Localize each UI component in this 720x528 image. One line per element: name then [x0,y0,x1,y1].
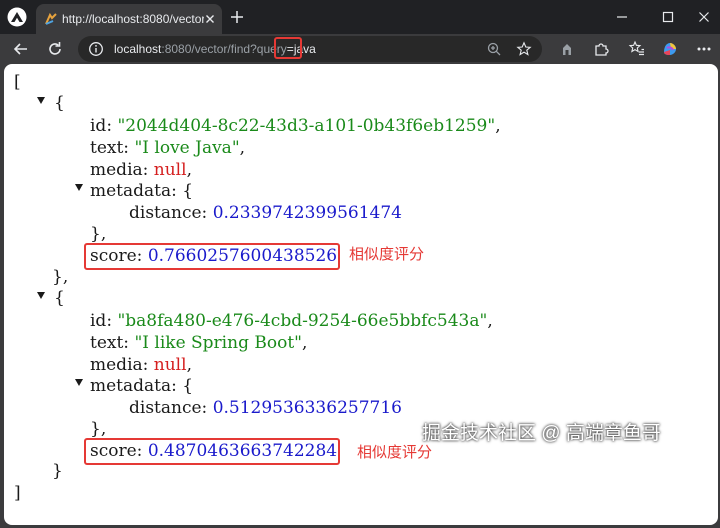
puzzle-icon[interactable] [591,39,611,59]
score-highlight-box-1 [84,243,340,270]
result-1-media-row: media: null, [90,160,192,180]
id-value: "2044d404-8c22-43d3-a101-0b43f6eb1259" [117,116,496,136]
favorites-icon[interactable] [627,39,647,59]
metadata-key: metadata: [90,181,177,201]
json-viewer: [ { id: "2044d404-8c22-43d3-a101-0b43f6e… [4,64,718,525]
result-1-open-brace: { [54,93,65,113]
id-value: "ba8fa480-e476-4cbd-9254-66e5bbfc543a" [117,311,488,331]
result-1-text-row: text: "I love Java", [90,138,246,158]
result-1-id-row: id: "2044d404-8c22-43d3-a101-0b43f6eb125… [90,116,501,136]
media-key: media: [90,355,149,375]
plus-icon[interactable] [229,9,245,25]
zoom-icon[interactable] [486,41,502,57]
copilot-icon[interactable] [660,39,680,59]
result-2-text-row: text: "I like Spring Boot", [90,333,308,353]
metadata-open-brace: { [182,376,194,396]
result-1-metadata-close: }, [90,224,107,244]
text-value: "I like Spring Boot" [134,333,302,353]
distance-key: distance: [129,203,208,223]
id-key: id: [90,311,113,331]
info-icon[interactable] [88,41,104,57]
text-key: text: [90,333,130,353]
tab-title: http://localhost:8080/vector/find? [62,12,204,26]
close-icon[interactable] [202,11,218,27]
star-icon[interactable] [516,41,532,57]
reload-icon[interactable] [45,39,65,59]
maximize-icon[interactable] [660,9,676,25]
collapse-toggle-result-1[interactable] [37,97,45,104]
url-path: :8080/vector/find?query [161,42,287,56]
collapse-toggle-metadata-2[interactable] [75,379,83,386]
close-bracket: ] [14,483,21,503]
metadata-key: metadata: [90,376,177,396]
active-tab[interactable]: http://localhost:8080/vector/find? [36,4,222,34]
text-key: text: [90,138,130,158]
distance-key: distance: [129,398,208,418]
text-value: "I love Java" [134,138,240,158]
result-2-metadata-close: }, [90,419,107,439]
extension-icon[interactable] [557,39,577,59]
tab-strip: http://localhost:8080/vector/find? [0,0,720,34]
result-1-metadata-row: metadata: { [90,181,193,201]
toolbar: localhost:8080/vector/find?query=java [0,34,720,64]
result-1-distance-row: distance: 0.2339742399561474 [129,203,402,223]
watermark: 掘金技术社区 @ 高端章鱼哥 [422,423,661,444]
distance-value: 0.2339742399561474 [212,203,402,223]
distance-value: 0.5129536336257716 [212,398,402,418]
app-logo-icon[interactable] [7,7,27,27]
media-value: null [153,160,187,180]
result-2-metadata-row: metadata: { [90,376,193,396]
back-arrow-icon[interactable] [11,39,31,59]
collapse-toggle-result-2[interactable] [37,292,45,299]
collapse-toggle-metadata-1[interactable] [75,184,83,191]
result-2-id-row: id: "ba8fa480-e476-4cbd-9254-66e5bbfc543… [90,311,493,331]
minimize-icon[interactable] [614,9,630,25]
result-2-media-row: media: null, [90,355,192,375]
result-2-distance-row: distance: 0.5129536336257716 [129,398,402,418]
id-key: id: [90,116,113,136]
open-bracket: [ [14,72,21,92]
url-host: localhost [114,42,162,56]
score-annotation-1: 相似度评分 [349,246,425,263]
metadata-open-brace: { [182,181,194,201]
address-bar[interactable]: localhost:8080/vector/find?query=java [78,36,542,62]
tab-favicon-icon [45,12,57,25]
url-query-highlight [274,37,302,59]
result-2-open-brace: { [54,288,65,308]
more-icon[interactable] [694,39,714,59]
media-key: media: [90,160,149,180]
result-1-close-brace: }, [52,267,69,287]
media-value: null [153,355,187,375]
window-close-icon[interactable] [696,9,712,25]
result-2-close-brace: } [52,461,63,481]
score-annotation-2: 相似度评分 [357,444,433,461]
score-highlight-box-2 [84,438,340,465]
